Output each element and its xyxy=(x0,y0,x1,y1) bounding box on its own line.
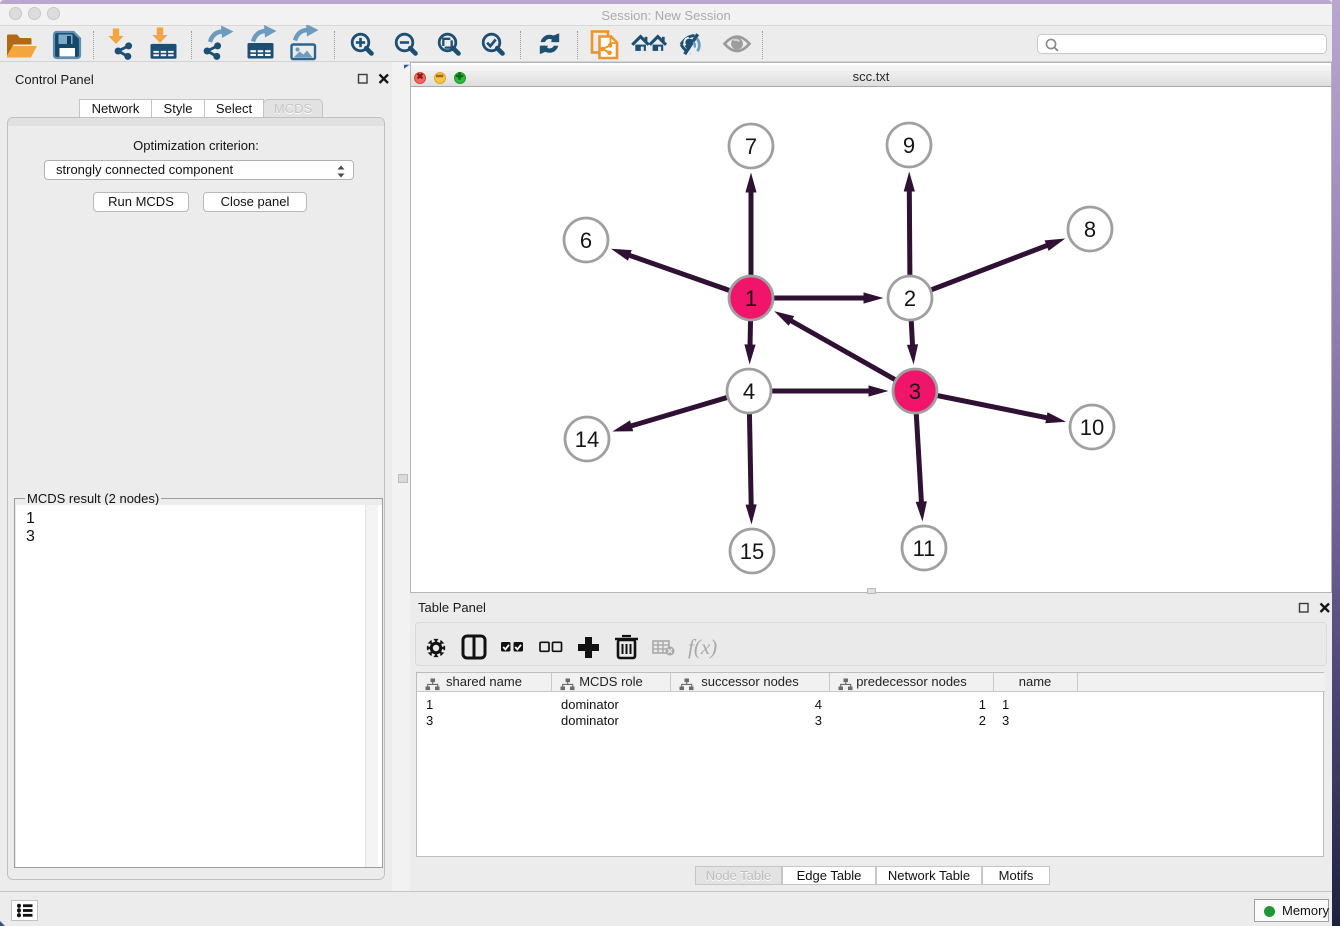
svg-text:11: 11 xyxy=(913,536,936,561)
svg-text:1: 1 xyxy=(745,286,757,311)
svg-text:4: 4 xyxy=(743,379,755,404)
svg-text:8: 8 xyxy=(1084,217,1096,242)
svg-text:14: 14 xyxy=(575,427,599,452)
svg-text:15: 15 xyxy=(740,539,764,564)
svg-text:7: 7 xyxy=(745,134,757,159)
svg-text:10: 10 xyxy=(1080,415,1104,440)
svg-text:6: 6 xyxy=(580,228,592,253)
svg-text:3: 3 xyxy=(909,379,921,404)
svg-text:f(x): f(x) xyxy=(688,635,717,659)
svg-text:9: 9 xyxy=(903,133,915,158)
svg-text:2: 2 xyxy=(904,286,916,311)
